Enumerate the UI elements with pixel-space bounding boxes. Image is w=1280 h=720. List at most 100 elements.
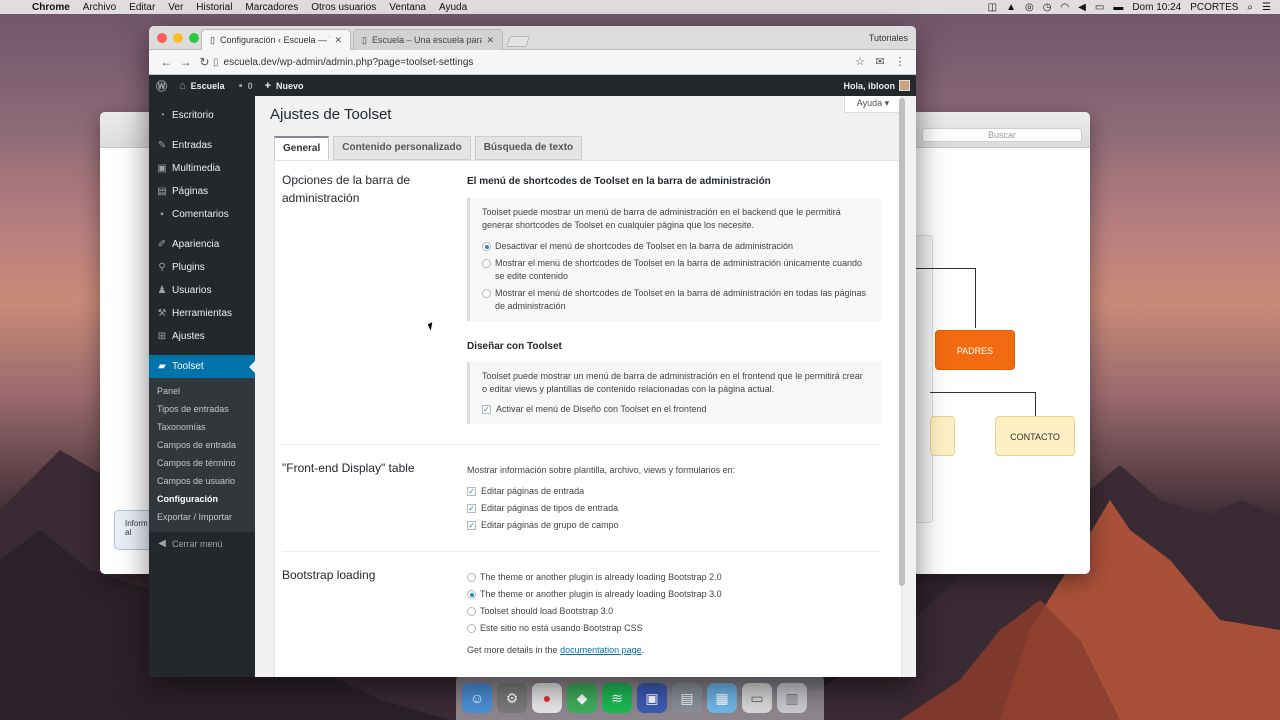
menubar-user[interactable]: PCORTES [1190, 2, 1238, 13]
system-preferences-icon[interactable]: ⚙ [497, 683, 527, 713]
submenu-item-campos-de-termino[interactable]: Campos de término [149, 454, 255, 472]
vlc-icon[interactable]: ▲ [1006, 2, 1016, 13]
close-window-button[interactable] [157, 33, 167, 43]
new-tab-button[interactable] [505, 36, 531, 47]
radio-button-selected[interactable] [482, 242, 491, 251]
submenu-item-taxonomias[interactable]: Taxonomías [149, 418, 255, 436]
wp-bar-comments[interactable]: ▪ 0 [239, 80, 253, 92]
browser-tab-active[interactable]: ▯ Configuración ‹ Escuela — Wo ✕ [201, 29, 351, 50]
collapse-menu-button[interactable]: ◀ Cerrar menú [149, 532, 255, 555]
radio-option[interactable]: The theme or another plugin is already l… [467, 571, 881, 584]
trash-icon[interactable]: ▥ [777, 683, 807, 713]
downloads-folder-icon[interactable]: ▦ [707, 683, 737, 713]
menubar-item-marcadores[interactable]: Marcadores [245, 2, 298, 13]
background-search-field[interactable]: Buscar [922, 128, 1082, 142]
close-tab-icon[interactable]: ✕ [334, 35, 342, 46]
preview-icon[interactable]: ▤ [672, 683, 702, 713]
menubar-item-ayuda[interactable]: Ayuda [439, 2, 467, 13]
radio-button[interactable] [467, 607, 476, 616]
wordpress-logo-icon[interactable]: Ⓦ [156, 78, 172, 94]
reload-icon[interactable]: ↻ [195, 55, 214, 69]
screenflow-icon[interactable]: ▣ [637, 683, 667, 713]
finder-icon[interactable]: ☺ [462, 683, 492, 713]
tab-general[interactable]: General [274, 136, 330, 160]
checkbox-option[interactable]: ✓ Editar páginas de grupo de campo [467, 519, 881, 532]
menubar-item-historial[interactable]: Historial [196, 2, 232, 13]
flow-node-padres[interactable]: PADRES [935, 330, 1015, 370]
back-arrow-icon[interactable]: ← [157, 55, 176, 69]
sidebar-item-apariencia[interactable]: ✐ Apariencia [149, 233, 255, 256]
menubar-item-ventana[interactable]: Ventana [389, 2, 426, 13]
checkbox-option[interactable]: ✓ Editar páginas de tipos de entrada [467, 502, 881, 515]
airplay-icon[interactable]: ▭ [1095, 2, 1104, 13]
checkbox-option[interactable]: ✓ Activar el menú de Diseño con Toolset e… [482, 403, 869, 416]
submenu-item-campos-de-entrada[interactable]: Campos de entrada [149, 436, 255, 454]
browser-profile-name[interactable]: Tutoriales [869, 33, 908, 43]
help-tab-button[interactable]: Ayuda ▾ [844, 96, 902, 113]
radio-button-selected[interactable] [467, 590, 476, 599]
time-machine-icon[interactable]: ◷ [1043, 2, 1052, 13]
sidebar-item-entradas[interactable]: ✎ Entradas [149, 134, 255, 157]
flow-node-partial[interactable] [930, 416, 955, 456]
page-scrollbar[interactable] [899, 98, 905, 586]
battery-icon[interactable]: ▬ [1113, 2, 1123, 13]
menubar-item-otros-usuarios[interactable]: Otros usuarios [311, 2, 376, 13]
radio-option[interactable]: Desactivar el menú de shortcodes de Tool… [482, 240, 869, 253]
wp-bar-site[interactable]: ⌂ Escuela [179, 80, 225, 92]
sidebar-item-comentarios[interactable]: ▪ Comentarios [149, 203, 255, 226]
address-bar-url[interactable]: escuela.dev/wp-admin/admin.php?page=tool… [224, 57, 474, 68]
radio-option[interactable]: Toolset should load Bootstrap 3.0 [467, 605, 881, 618]
wp-bar-new[interactable]: + Nuevo [265, 80, 304, 92]
sync-icon[interactable]: ◎ [1025, 2, 1034, 13]
radio-button[interactable] [467, 624, 476, 633]
menubar-item-archivo[interactable]: Archivo [83, 2, 116, 13]
address-bar[interactable]: ▯ escuela.dev/wp-admin/admin.php?page=to… [213, 52, 856, 72]
radio-button[interactable] [467, 573, 476, 582]
tab-busqueda-de-texto[interactable]: Búsqueda de texto [474, 136, 583, 160]
volume-icon[interactable]: ◀ [1078, 2, 1086, 13]
minimize-window-button[interactable] [173, 33, 183, 43]
submenu-item-configuracion[interactable]: Configuración [149, 490, 255, 508]
submenu-item-exportar-importar[interactable]: Exportar / Importar [149, 508, 255, 526]
radio-button[interactable] [482, 289, 491, 298]
documentation-link[interactable]: documentation page [560, 645, 642, 655]
submenu-item-campos-de-usuario[interactable]: Campos de usuario [149, 472, 255, 490]
zoom-window-button[interactable] [189, 33, 199, 43]
forward-arrow-icon[interactable]: → [176, 55, 195, 69]
bookmark-star-icon[interactable]: ☆ [850, 55, 870, 68]
spotify-icon[interactable]: ≋ [602, 683, 632, 713]
radio-option[interactable]: The theme or another plugin is already l… [467, 588, 881, 601]
browser-tab-inactive[interactable]: ▯ Escuela – Una escuela para ap ✕ [353, 29, 503, 50]
submenu-item-panel[interactable]: Panel [149, 382, 255, 400]
checkbox-checked[interactable]: ✓ [467, 521, 476, 530]
radio-option[interactable]: Mostrar el menú de shortcodes de Toolset… [482, 287, 869, 313]
notification-center-icon[interactable]: ☰ [1262, 2, 1271, 13]
sidebar-item-usuarios[interactable]: ♟ Usuarios [149, 279, 255, 302]
menubar-item-editar[interactable]: Editar [129, 2, 155, 13]
wifi-icon[interactable]: ◠ [1060, 2, 1069, 13]
checkbox-checked[interactable]: ✓ [482, 405, 491, 414]
menubar-item-ver[interactable]: Ver [168, 2, 183, 13]
tab-contenido-personalizado[interactable]: Contenido personalizado [333, 136, 471, 160]
sidebar-item-paginas[interactable]: ▤ Páginas [149, 180, 255, 203]
extension-mail-icon[interactable]: ✉ [870, 55, 890, 68]
close-tab-icon[interactable]: ✕ [486, 35, 494, 46]
menubar-clock[interactable]: Dom 10:24 [1132, 2, 1181, 13]
checkbox-checked[interactable]: ✓ [467, 504, 476, 513]
sidebar-item-toolset[interactable]: ▰ Toolset [149, 355, 255, 378]
wp-bar-account[interactable]: Hola, ibloon [844, 80, 910, 91]
submenu-item-tipos-de-entradas[interactable]: Tipos de entradas [149, 400, 255, 418]
sidebar-item-multimedia[interactable]: ▣ Multimedia [149, 157, 255, 180]
sidebar-item-escritorio[interactable]: ◔ Escritorio [149, 104, 255, 127]
radio-option[interactable]: Mostrar el menú de shortcodes de Toolset… [482, 257, 869, 283]
radio-button[interactable] [482, 259, 491, 268]
sourcetree-icon[interactable]: ◆ [567, 683, 597, 713]
spotlight-icon[interactable]: ⌕ [1247, 2, 1253, 13]
menubar-app-name[interactable]: Chrome [32, 2, 70, 13]
checkbox-checked[interactable]: ✓ [467, 487, 476, 496]
browser-menu-icon[interactable]: ⋮ [890, 55, 910, 68]
chrome-icon[interactable]: ● [532, 683, 562, 713]
page-info-icon[interactable]: ▯ [213, 57, 219, 68]
flow-node-contacto[interactable]: CONTACTO [995, 416, 1075, 456]
camera-icon[interactable]: ◫ [988, 2, 997, 13]
